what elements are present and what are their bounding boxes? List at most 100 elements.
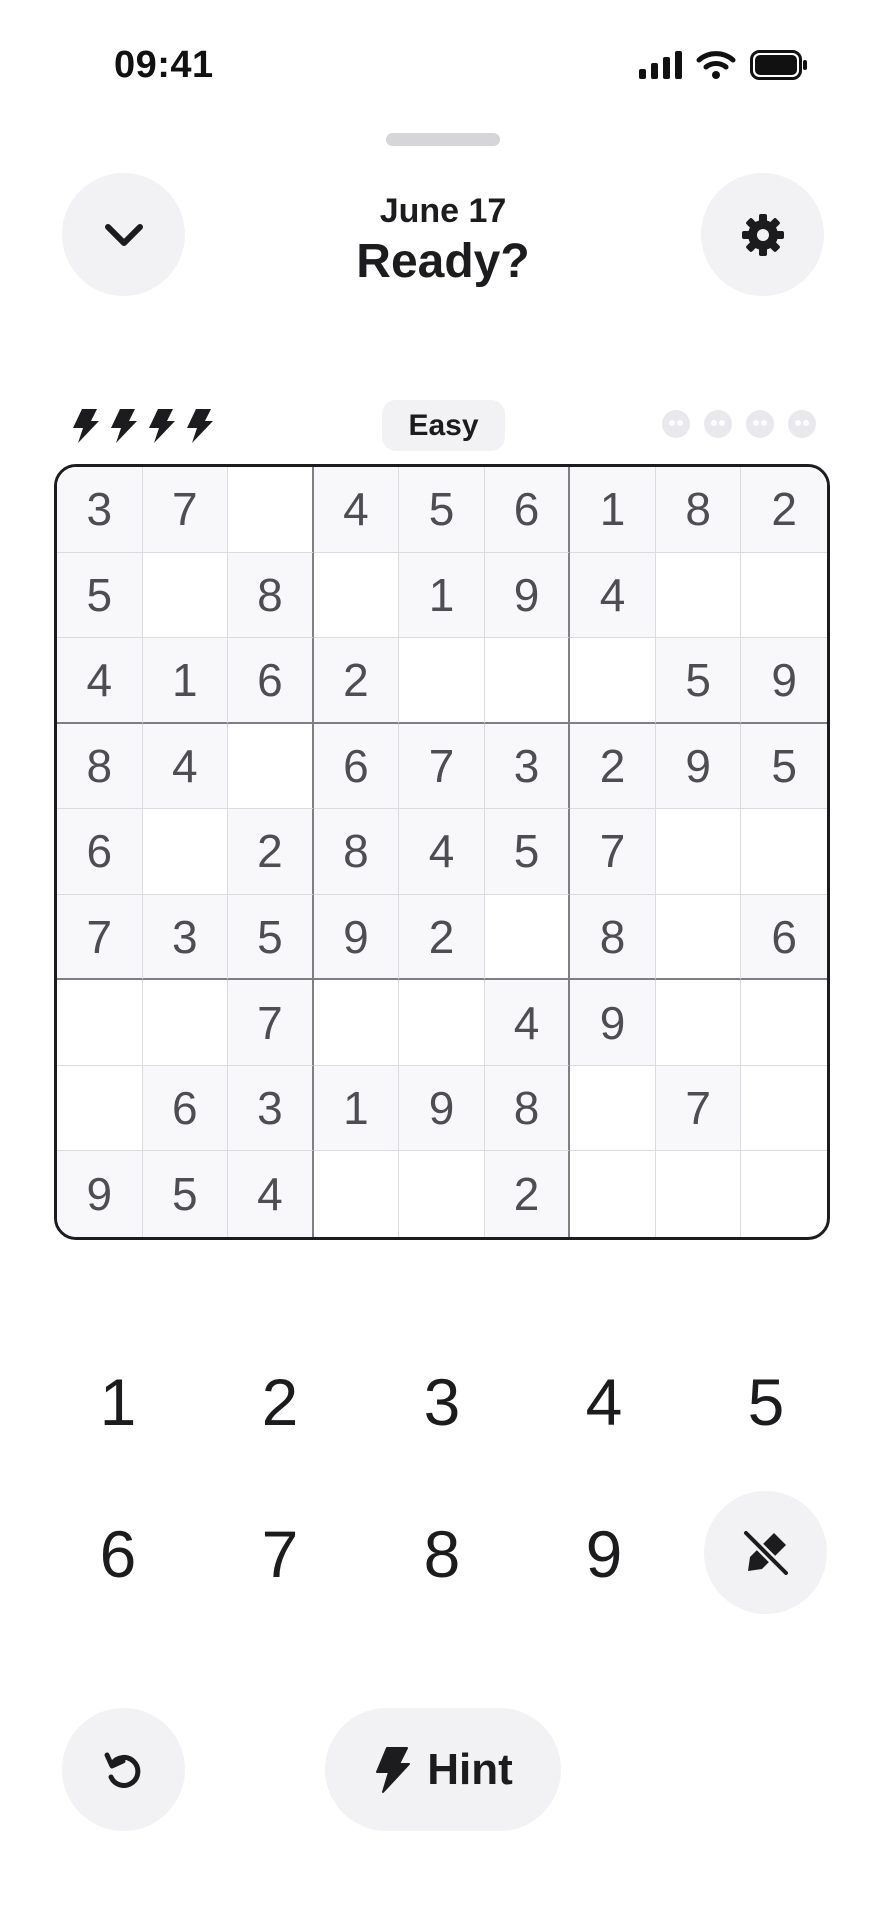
board-cell[interactable] xyxy=(570,1065,656,1152)
board-cell[interactable]: 7 xyxy=(399,723,485,810)
board-cell[interactable]: 9 xyxy=(57,1151,143,1237)
board-cell[interactable] xyxy=(399,980,485,1066)
board-cell[interactable]: 3 xyxy=(484,723,571,810)
board-cell[interactable]: 7 xyxy=(228,980,314,1066)
board-cell[interactable]: 9 xyxy=(484,552,571,639)
board-cell[interactable] xyxy=(655,809,742,895)
board-cell[interactable]: 4 xyxy=(228,1151,314,1237)
board-cell[interactable]: 2 xyxy=(228,809,314,895)
board-cell[interactable] xyxy=(314,1151,400,1237)
number-key-7[interactable]: 7 xyxy=(220,1504,340,1604)
board-cell[interactable] xyxy=(228,723,314,810)
board-cell[interactable]: 3 xyxy=(57,467,143,553)
board-cell[interactable] xyxy=(399,1151,485,1237)
board-cell[interactable] xyxy=(228,467,314,553)
undo-button[interactable] xyxy=(62,1708,185,1831)
board-cell[interactable] xyxy=(57,1065,143,1152)
board-cell[interactable]: 4 xyxy=(313,467,400,553)
lightning-icon xyxy=(73,409,99,443)
board-cell[interactable]: 6 xyxy=(741,894,827,981)
board-cell[interactable] xyxy=(655,980,742,1066)
board-cell[interactable] xyxy=(741,980,827,1066)
board-cell[interactable]: 2 xyxy=(484,1151,571,1237)
lightning-icon xyxy=(149,409,175,443)
board-cell[interactable] xyxy=(570,1151,656,1237)
board-cell[interactable]: 1 xyxy=(142,638,229,724)
board-cell[interactable]: 4 xyxy=(57,638,143,724)
wifi-icon xyxy=(696,51,736,79)
board-cell[interactable]: 8 xyxy=(228,552,314,639)
board-cell[interactable]: 9 xyxy=(741,638,827,724)
board-cell[interactable]: 1 xyxy=(570,467,656,553)
notes-toggle-button[interactable] xyxy=(704,1491,827,1614)
board-cell[interactable] xyxy=(57,980,143,1066)
board-cell[interactable]: 3 xyxy=(228,1065,314,1152)
number-key-8[interactable]: 8 xyxy=(382,1504,502,1604)
board-cell[interactable]: 6 xyxy=(142,1065,229,1152)
board-cell[interactable] xyxy=(741,553,827,639)
board-cell[interactable]: 7 xyxy=(655,1065,742,1152)
board-cell[interactable] xyxy=(570,638,656,724)
board-cell[interactable]: 2 xyxy=(741,467,827,553)
board-cell[interactable]: 5 xyxy=(484,809,571,895)
board-cell[interactable] xyxy=(484,638,571,724)
number-key-4[interactable]: 4 xyxy=(544,1352,664,1452)
board-cell[interactable]: 5 xyxy=(228,894,314,981)
board-cell[interactable]: 7 xyxy=(142,467,229,553)
board-cell[interactable]: 6 xyxy=(484,467,571,553)
sheet-handle[interactable] xyxy=(386,133,500,146)
board-cell[interactable] xyxy=(655,894,742,981)
board-cell[interactable]: 4 xyxy=(142,723,229,810)
board-cell[interactable] xyxy=(399,638,485,724)
board-cell[interactable]: 8 xyxy=(313,809,400,895)
board-cell[interactable]: 9 xyxy=(399,1065,485,1152)
board-cell[interactable]: 8 xyxy=(484,1065,571,1152)
number-key-3[interactable]: 3 xyxy=(382,1352,502,1452)
sudoku-board: 3745618258194416259846732956284577359286… xyxy=(54,464,830,1240)
board-cell[interactable] xyxy=(741,1066,827,1152)
board-cell[interactable] xyxy=(142,809,229,895)
board-cell[interactable]: 5 xyxy=(142,1151,229,1237)
board-cell[interactable]: 8 xyxy=(570,894,656,981)
battery-icon xyxy=(750,50,807,80)
board-cell[interactable]: 8 xyxy=(57,723,143,810)
board-cell[interactable]: 2 xyxy=(570,723,656,810)
number-key-5[interactable]: 5 xyxy=(706,1352,826,1452)
board-cell[interactable]: 2 xyxy=(399,894,485,981)
board-cell[interactable]: 7 xyxy=(57,894,143,981)
board-cell[interactable]: 4 xyxy=(570,552,656,639)
settings-button[interactable] xyxy=(701,173,824,296)
board-cell[interactable]: 2 xyxy=(313,638,400,724)
board-cell[interactable]: 6 xyxy=(313,723,400,810)
board-cell[interactable]: 5 xyxy=(399,467,485,553)
board-cell[interactable]: 8 xyxy=(655,467,742,553)
number-key-2[interactable]: 2 xyxy=(220,1352,340,1452)
board-cell[interactable]: 6 xyxy=(228,638,314,724)
number-key-6[interactable]: 6 xyxy=(58,1504,178,1604)
number-key-9[interactable]: 9 xyxy=(544,1504,664,1604)
board-cell[interactable]: 9 xyxy=(570,980,656,1066)
board-cell[interactable]: 6 xyxy=(57,809,143,895)
board-cell[interactable]: 4 xyxy=(484,980,571,1066)
board-cell[interactable]: 3 xyxy=(142,894,229,981)
board-cell[interactable]: 1 xyxy=(313,1065,400,1152)
board-cell[interactable]: 9 xyxy=(655,723,742,810)
board-cell[interactable] xyxy=(313,552,400,639)
number-key-1[interactable]: 1 xyxy=(58,1352,178,1452)
board-cell[interactable]: 1 xyxy=(399,552,485,639)
board-cell[interactable]: 5 xyxy=(655,638,742,724)
board-cell[interactable]: 7 xyxy=(570,809,656,895)
hint-button[interactable]: Hint xyxy=(325,1708,561,1831)
board-cell[interactable] xyxy=(142,552,229,639)
board-cell[interactable] xyxy=(656,1151,742,1237)
board-cell[interactable]: 5 xyxy=(741,723,827,810)
board-cell[interactable] xyxy=(655,552,742,639)
board-cell[interactable]: 5 xyxy=(57,552,143,639)
board-cell[interactable] xyxy=(741,1151,827,1237)
board-cell[interactable] xyxy=(142,980,229,1066)
board-cell[interactable]: 9 xyxy=(313,894,400,981)
board-cell[interactable]: 4 xyxy=(399,809,485,895)
board-cell[interactable] xyxy=(313,980,400,1066)
board-cell[interactable] xyxy=(484,894,571,981)
board-cell[interactable] xyxy=(741,809,827,895)
